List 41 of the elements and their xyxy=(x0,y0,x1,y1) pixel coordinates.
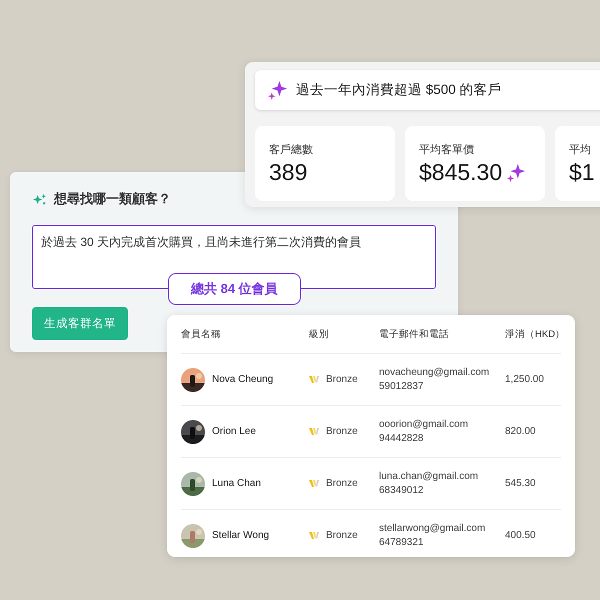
member-name: Nova Cheung xyxy=(212,374,274,385)
tier-icon xyxy=(309,375,319,384)
net-spend: 1,250.00 xyxy=(505,374,544,385)
stat-value: $845.30 xyxy=(419,159,502,186)
email-text: novacheung@gmail.com xyxy=(379,367,490,378)
net-spend: 820.00 xyxy=(505,426,536,437)
member-name: Orion Lee xyxy=(212,426,256,437)
tier-icon xyxy=(309,479,319,488)
tier-label: Bronze xyxy=(326,530,358,541)
net-spend: 545.30 xyxy=(505,478,536,489)
column-header: 電子郵件和電話 xyxy=(379,328,450,340)
phone-text: 64789321 xyxy=(379,537,424,548)
tier-icon xyxy=(309,531,319,540)
tier-icon xyxy=(309,427,319,436)
stat-value: $1 xyxy=(569,159,595,186)
net-spend: 400.50 xyxy=(505,530,536,541)
query-bar[interactable]: 過去一年內消費超過 $500 的客戶 xyxy=(255,70,600,110)
phone-text: 68349012 xyxy=(379,485,424,496)
phone-text: 59012837 xyxy=(379,381,424,392)
member-name: Luna Chan xyxy=(212,478,261,489)
tier-label: Bronze xyxy=(326,374,358,385)
stat-value: 389 xyxy=(269,159,308,186)
email-text: luna.chan@gmail.com xyxy=(379,471,478,482)
email-text: ooorion@gmail.com xyxy=(379,419,468,430)
sparkle-icon xyxy=(32,192,47,206)
sparkle-icon xyxy=(267,80,288,100)
phone-text: 94442828 xyxy=(379,433,424,444)
tier-label: Bronze xyxy=(326,426,358,437)
stat-label: 平均客單價 xyxy=(419,142,475,157)
query-text: 過去一年內消費超過 $500 的客戶 xyxy=(296,81,502,99)
panel-title: 想尋找哪一類顧客？ xyxy=(54,190,171,208)
tier-label: Bronze xyxy=(326,478,358,489)
member-name: Stellar Wong xyxy=(212,530,270,541)
column-header: 級別 xyxy=(309,328,330,340)
column-header: 會員名稱 xyxy=(181,328,222,340)
sparkle-icon xyxy=(506,162,526,182)
column-header: 淨消（HKD） xyxy=(505,328,566,340)
member-count-badge: 總共 84 位會員 xyxy=(168,273,301,305)
stat-label: 平均 xyxy=(569,143,592,157)
email-text: stellarwong@gmail.com xyxy=(379,523,486,534)
stat-label: 客戶總數 xyxy=(269,142,314,157)
